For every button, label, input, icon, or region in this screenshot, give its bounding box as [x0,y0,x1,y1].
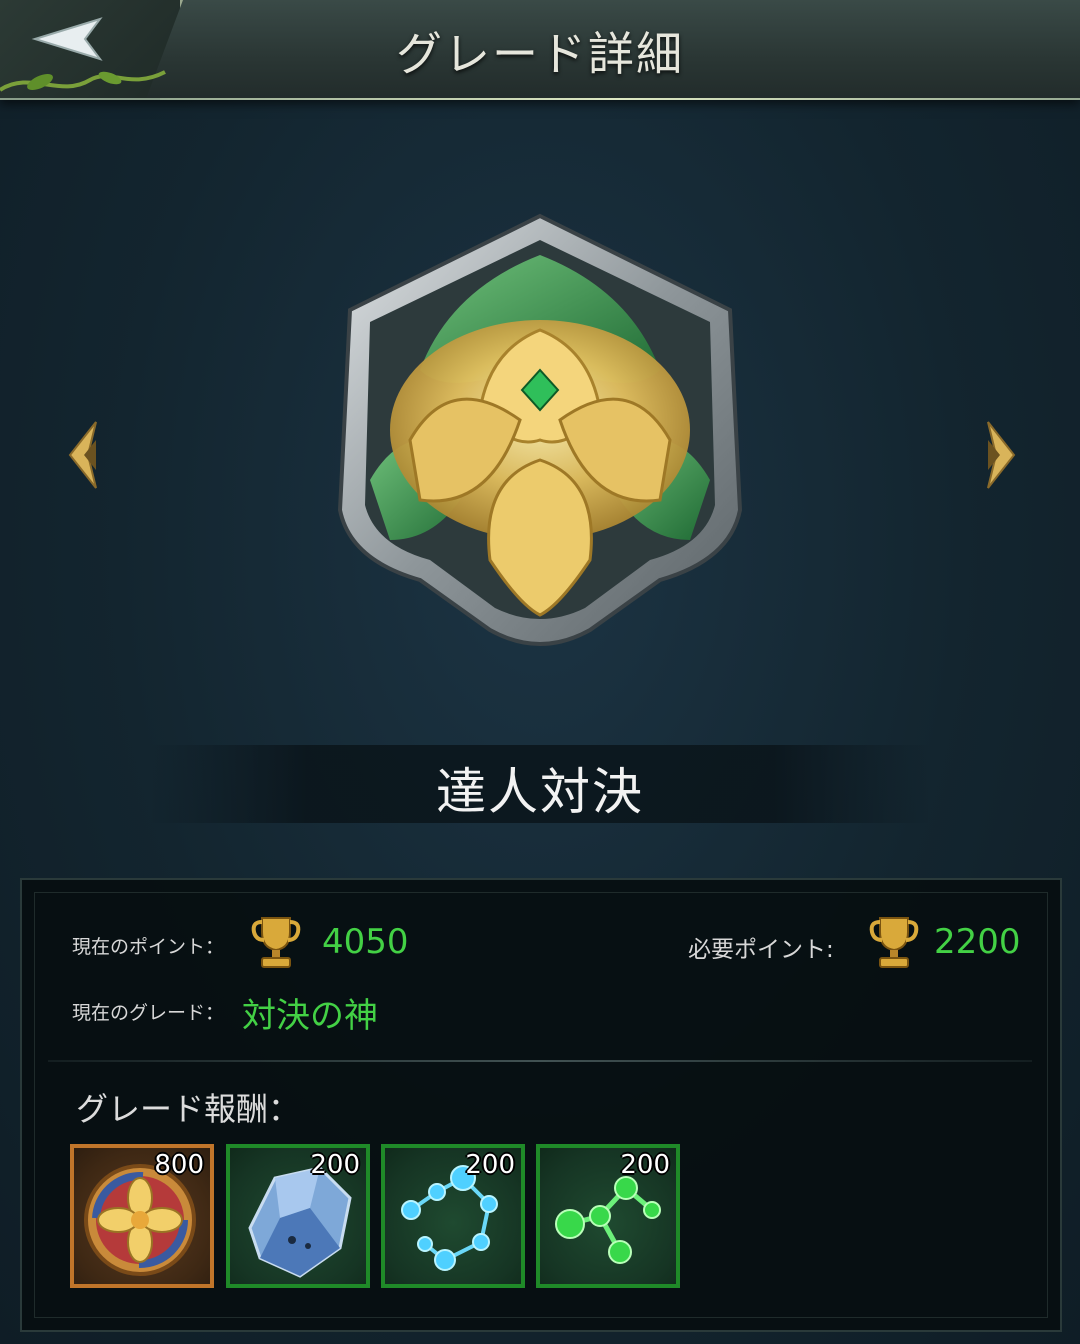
reward-item-flower-medal[interactable]: 800 [70,1144,214,1288]
trophy-icon [251,917,301,968]
reward-count: 800 [154,1150,204,1180]
reward-item-blue-molecule[interactable]: 200 [381,1144,525,1288]
trophy-icon [869,917,919,968]
current-grade-value: 対決の神 [242,996,378,1036]
grade-emblem-icon [337,213,743,646]
reward-count: 200 [620,1150,670,1180]
reward-count: 200 [310,1150,360,1180]
reward-count: 200 [465,1150,515,1180]
header-bar: グレード詳細 [0,0,1080,100]
current-points-label: 現在のポイント： [72,936,225,958]
divider [48,1060,1032,1062]
current-points-value: 4050 [322,922,409,962]
next-grade-arrow-icon[interactable] [978,420,1018,490]
previous-grade-arrow-icon[interactable] [66,420,106,490]
required-points-label: 必要ポイント: [688,937,834,963]
page-title: グレード詳細 [396,27,684,81]
reward-item-green-molecule[interactable]: 200 [536,1144,680,1288]
grade-name: 達人対決 [436,763,644,821]
current-grade-label: 現在のグレード： [72,1002,225,1024]
rewards-title: グレード報酬： [76,1090,301,1128]
reward-item-blue-crystal[interactable]: 200 [226,1144,370,1288]
required-points-value: 2200 [934,922,1021,962]
